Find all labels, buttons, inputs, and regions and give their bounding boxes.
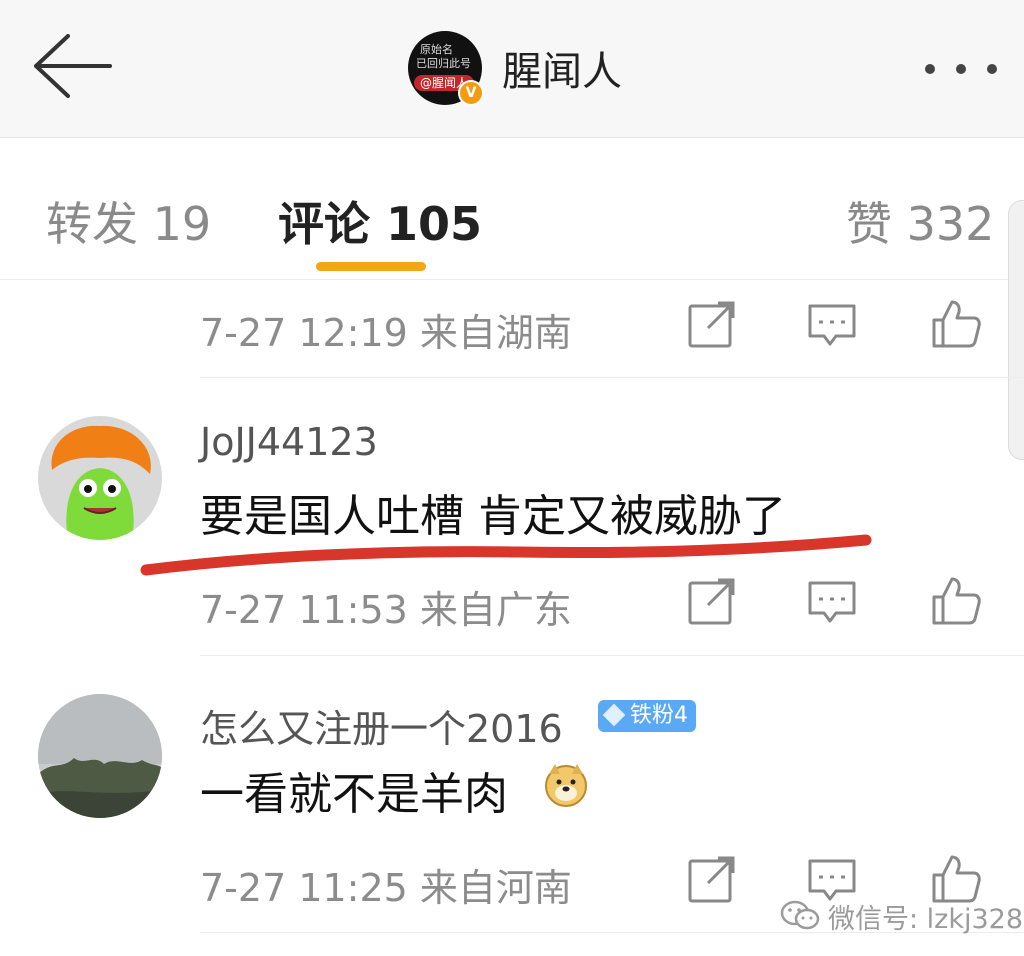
top-bar: 原始名 已回归此号 @腥闻人 腥闻人 V: [0, 0, 1024, 138]
tab-comment[interactable]: 评论 105: [278, 188, 482, 254]
comment-meta-row: 7-27 11:53 来自广东: [200, 575, 1000, 635]
wechat-icon: [780, 900, 820, 930]
tab-like[interactable]: 赞 332: [846, 188, 994, 254]
comment-meta-row: 7-27 12:19 来自湖南: [200, 298, 1000, 358]
fan-level-label: 铁粉4: [630, 703, 688, 728]
tab-repost[interactable]: 转发 19: [46, 188, 211, 254]
commenter-avatar[interactable]: [38, 694, 162, 818]
commenter-username[interactable]: 怎么又注册一个2016: [200, 698, 563, 753]
repost-icon[interactable]: [686, 298, 738, 350]
diamond-icon: [602, 703, 626, 727]
commenter-avatar[interactable]: [38, 416, 162, 540]
comment-divider: [200, 377, 1024, 378]
avatar-line-1: 原始名: [420, 43, 453, 56]
comment-meta: 7-27 12:19 来自湖南: [200, 311, 572, 355]
avatar-line-2: 已回归此号: [416, 57, 471, 70]
account-title-group[interactable]: 原始名 已回归此号 @腥闻人 腥闻人: [408, 28, 622, 108]
repost-icon[interactable]: [686, 853, 738, 905]
thumbs-up-icon[interactable]: [930, 298, 982, 350]
repost-icon[interactable]: [686, 575, 738, 627]
side-scroll-handle[interactable]: [1008, 200, 1024, 460]
thumbs-up-icon[interactable]: [930, 575, 982, 627]
watermark-text: 微信号: lzkj328: [828, 903, 1024, 935]
wechat-watermark: 微信号: lzkj328: [780, 896, 1023, 936]
active-tab-indicator: [316, 262, 426, 271]
comment-text: 一看就不是羊肉: [200, 769, 508, 820]
doge-emoji-icon: [545, 764, 587, 807]
comment-icon[interactable]: [806, 575, 858, 627]
back-arrow-icon[interactable]: [28, 30, 114, 102]
verified-badge-icon: V: [458, 80, 484, 106]
more-dots-icon[interactable]: [918, 54, 1004, 84]
fan-level-badge[interactable]: 铁粉4: [598, 700, 696, 732]
tab-bar: 转发 19 评论 105 赞 332: [0, 138, 1024, 280]
comment-meta: 7-27 11:25 来自河南: [200, 866, 572, 910]
commenter-username[interactable]: JoJJ44123: [200, 420, 378, 464]
page-title[interactable]: 腥闻人: [502, 39, 622, 97]
comment-icon[interactable]: [806, 298, 858, 350]
comment-divider: [200, 655, 1024, 656]
comment-meta: 7-27 11:53 来自广东: [200, 588, 572, 632]
